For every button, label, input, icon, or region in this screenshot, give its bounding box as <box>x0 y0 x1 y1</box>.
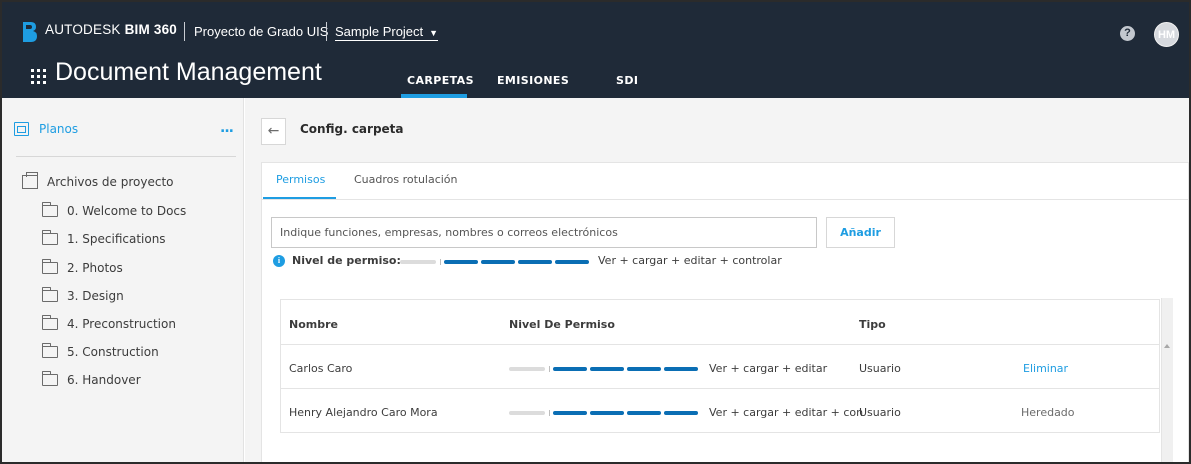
permission-segment <box>590 367 624 371</box>
brand-product: BIM 360 <box>124 22 177 37</box>
tab-divider <box>262 199 1188 200</box>
help-icon[interactable]: ? <box>1120 26 1135 41</box>
header-divider <box>184 22 185 41</box>
scroll-up-arrow-icon[interactable] <box>1164 344 1170 348</box>
permission-segment <box>481 260 515 264</box>
folder-label: 6. Handover <box>67 373 141 387</box>
tab-permisos[interactable]: Permisos <box>276 173 325 186</box>
permission-level-text: Ver + cargar + editar + con <box>709 406 864 419</box>
settings-panel: Permisos Cuadros rotulación Indique func… <box>261 162 1189 462</box>
permission-level-text: Ver + cargar + editar + controlar <box>598 254 782 267</box>
folder-item[interactable]: 0. Welcome to Docs <box>42 202 187 218</box>
folder-icon <box>42 343 58 358</box>
column-header-tipo[interactable]: Tipo <box>859 318 886 331</box>
folder-item[interactable]: 5. Construction <box>42 343 159 359</box>
folder-label: 0. Welcome to Docs <box>67 204 187 218</box>
folder-item[interactable]: 4. Preconstruction <box>42 315 176 331</box>
folder-icon <box>42 259 58 274</box>
more-options-icon[interactable]: ... <box>220 120 234 136</box>
app-title: Document Management <box>55 58 322 86</box>
inherited-status: Heredado <box>1021 406 1075 419</box>
chevron-down-icon: ▼ <box>429 28 439 38</box>
header-divider <box>326 22 327 41</box>
folder-item[interactable]: 3. Design <box>42 287 124 303</box>
user-type: Usuario <box>859 406 901 419</box>
permission-segment <box>664 367 698 371</box>
row-divider <box>281 344 1159 345</box>
project-name[interactable]: Proyecto de Grado UIS <box>194 24 328 39</box>
folder-label: 2. Photos <box>67 261 123 275</box>
page-title: Config. carpeta <box>300 122 404 136</box>
folder-icon <box>42 202 58 217</box>
bim360-logo-icon <box>23 22 37 42</box>
permission-segment <box>627 411 661 415</box>
row-divider <box>281 432 1159 433</box>
permission-segment <box>553 411 587 415</box>
main-content: ← Config. carpeta Permisos Cuadros rotul… <box>245 98 1189 462</box>
sidebar: Planos ... Archivos de proyecto 0. Welco… <box>2 98 244 462</box>
brand-prefix: AUTODESK <box>45 22 121 37</box>
permission-segment <box>627 367 661 371</box>
sidebar-item-label: Planos <box>39 122 79 136</box>
folder-icon <box>42 371 58 386</box>
add-button[interactable]: Añadir <box>826 217 895 248</box>
user-name: Henry Alejandro Caro Mora <box>289 406 438 419</box>
row-divider <box>281 388 1159 389</box>
plans-icon <box>14 122 29 136</box>
app-grid-icon[interactable] <box>31 69 46 84</box>
permission-segment <box>444 260 478 264</box>
permission-segment-view <box>400 260 436 264</box>
tab-emisiones[interactable]: EMISIONES <box>497 74 569 87</box>
top-bar: AUTODESK BIM 360 Proyecto de Grado UIS S… <box>2 2 1189 98</box>
info-icon: i <box>273 255 285 267</box>
vertical-scrollbar[interactable] <box>1161 298 1173 462</box>
permission-segment <box>590 411 624 415</box>
sidebar-item-archivos[interactable]: Archivos de proyecto <box>22 172 174 189</box>
search-input[interactable]: Indique funciones, empresas, nombres o c… <box>271 217 817 248</box>
folder-icon <box>42 287 58 302</box>
folder-item[interactable]: 1. Specifications <box>42 230 166 246</box>
permission-segment-view <box>509 411 545 415</box>
back-arrow-icon[interactable]: ← <box>261 118 286 145</box>
user-type: Usuario <box>859 362 901 375</box>
sidebar-item-planos[interactable]: Planos <box>14 122 78 136</box>
tab-carpetas[interactable]: CARPETAS <box>407 74 474 87</box>
project-selector-label: Sample Project <box>335 24 424 39</box>
app-window: AUTODESK BIM 360 Proyecto de Grado UIS S… <box>0 0 1191 464</box>
permission-bar-tick <box>549 410 550 416</box>
permission-bar-tick <box>549 366 550 372</box>
permission-bar-tick <box>440 259 441 265</box>
folder-label: 1. Specifications <box>67 232 166 246</box>
folder-label: 3. Design <box>67 289 124 303</box>
permission-segment-view <box>509 367 545 371</box>
folder-item[interactable]: 2. Photos <box>42 259 123 275</box>
folder-icon <box>42 315 58 330</box>
folder-label: 4. Preconstruction <box>67 317 176 331</box>
brand-name[interactable]: AUTODESK BIM 360 <box>45 22 177 37</box>
folder-label: 5. Construction <box>67 345 159 359</box>
permission-segment <box>555 260 589 264</box>
user-name: Carlos Caro <box>289 362 353 375</box>
project-selector[interactable]: Sample Project ▼ <box>335 24 439 41</box>
sidebar-item-label: Archivos de proyecto <box>47 175 174 189</box>
permission-segment <box>553 367 587 371</box>
user-avatar[interactable]: HM <box>1154 22 1179 47</box>
permission-level-text: Ver + cargar + editar <box>709 362 828 375</box>
permission-segment <box>518 260 552 264</box>
permission-level-label: Nivel de permiso: <box>292 254 401 267</box>
sidebar-divider <box>16 156 236 157</box>
permission-segment <box>664 411 698 415</box>
remove-button[interactable]: Eliminar <box>1023 362 1068 375</box>
column-header-nivel[interactable]: Nivel De Permiso <box>509 318 615 331</box>
tab-sdi[interactable]: SDI <box>616 74 638 87</box>
column-header-nombre[interactable]: Nombre <box>289 318 338 331</box>
folder-item[interactable]: 6. Handover <box>42 371 141 387</box>
project-files-icon <box>22 172 38 189</box>
tab-cuadros-rotulacion[interactable]: Cuadros rotulación <box>354 173 458 186</box>
folder-icon <box>42 230 58 245</box>
permissions-table: Nombre Nivel De Permiso Tipo Carlos Caro… <box>280 299 1160 433</box>
